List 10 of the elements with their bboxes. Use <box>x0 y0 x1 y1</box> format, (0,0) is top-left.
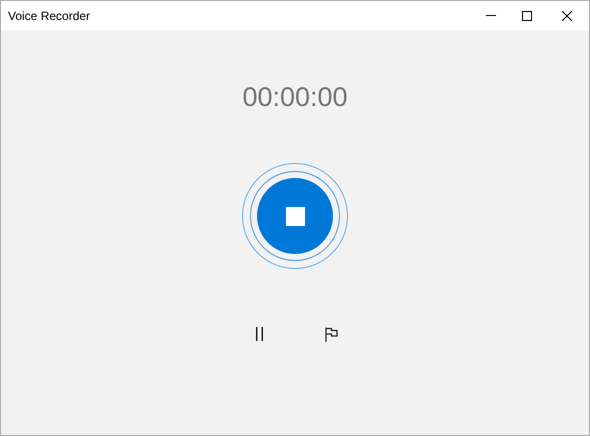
window-title: Voice Recorder <box>8 8 92 24</box>
flag-icon <box>324 326 338 342</box>
timer-text: 00:00:00 <box>242 84 348 111</box>
maximize-icon <box>522 10 532 20</box>
minimize-icon <box>486 15 496 16</box>
stop-icon <box>286 206 304 226</box>
flag-button[interactable] <box>323 325 339 343</box>
pause-icon <box>256 327 262 341</box>
close-icon <box>562 10 572 20</box>
stop-button[interactable] <box>242 163 348 269</box>
